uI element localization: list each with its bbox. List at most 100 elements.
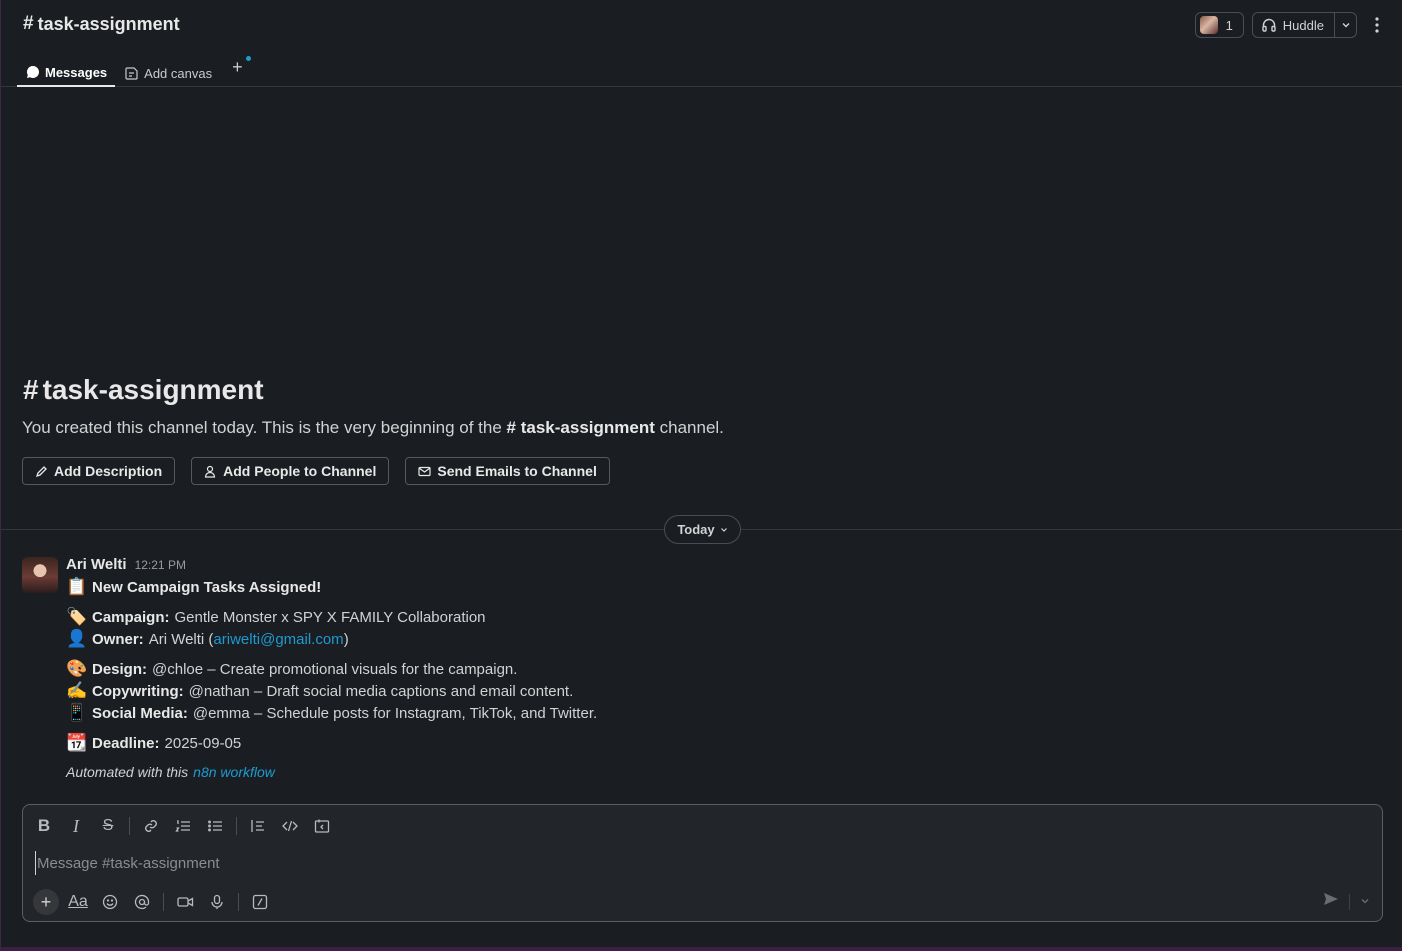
tab-messages-label: Messages [45,64,108,80]
send-controls [1323,891,1370,912]
add-description-label: Add Description [54,463,163,479]
audio-clip-button[interactable] [204,889,230,915]
huddle-start[interactable]: Huddle [1253,13,1334,37]
owner-close: ) [343,630,349,648]
headphones-icon [1262,18,1276,32]
members-button[interactable]: 1 [1194,12,1244,38]
strikethrough-button[interactable]: S [95,814,121,838]
send-button[interactable] [1323,891,1339,912]
message-header: Ari Welti 12:21 PM [66,556,186,573]
owner-value: Ari Welti (ariwelti@gmail.com) [149,631,349,648]
message-social-line: 📱 Social Media: @emma – Schedule posts f… [66,703,597,723]
mobile-phone-icon: 📱 [66,703,88,722]
message-title-line: 📋 New Campaign Tasks Assigned! [66,577,321,597]
slash-command-button[interactable] [247,889,273,915]
blockquote-button[interactable] [245,814,271,838]
tag-icon: 🏷️ [66,607,88,626]
message-bubble-icon [26,66,39,78]
social-value: @emma – Schedule posts for Instagram, Ti… [192,704,598,722]
pencil-icon [35,465,47,477]
send-icon [1324,893,1338,905]
schedule-send-button[interactable] [1360,893,1370,911]
bulleted-list-button[interactable] [202,814,228,838]
palette-icon: 🎨 [66,659,88,678]
toolbar-separator [238,893,239,911]
message-copywriting-line: ✍️ Copywriting: @nathan – Draft social m… [66,681,573,701]
header-actions: 1 Huddle [1194,12,1389,38]
writing-hand-icon: ✍️ [66,681,88,700]
intro-channel-name: task-assignment [42,374,264,405]
code-block-icon [314,819,330,833]
chevron-down-icon [720,527,727,532]
attach-button[interactable]: + [33,889,59,915]
message-owner-line: 👤 Owner: Ari Welti (ariwelti@gmail.com) [66,629,349,649]
strikethrough-icon: S [102,817,114,834]
bulleted-list-icon [208,820,222,832]
intro-channel-mention-name: task-assignment [520,418,655,437]
message-timestamp[interactable]: 12:21 PM [135,558,186,572]
add-people-label: Add People to Channel [223,463,377,479]
huddle-options-button[interactable] [1334,13,1356,37]
intro-channel-mention[interactable]: # task-assignment [507,418,655,437]
person-icon: 👤 [66,629,88,648]
ordered-list-button[interactable] [170,814,196,838]
workflow-link[interactable]: n8n workflow [193,764,275,780]
add-description-button[interactable]: Add Description [22,457,176,485]
tab-messages[interactable]: Messages [17,52,116,87]
mention-button[interactable] [129,889,155,915]
copywriting-value: @nathan – Draft social media captions an… [188,682,574,700]
footer-text: Automated with this [66,764,189,780]
emoji-button[interactable] [97,889,123,915]
message-author[interactable]: Ari Welti [66,556,127,573]
intro-text-before: You created this channel today. This is … [22,418,502,437]
deadline-value: 2025-09-05 [164,734,242,752]
code-icon [282,820,298,832]
channel-header: # task-assignment 1 Huddle Messages Add … [1,0,1402,87]
composer-actions: + Aa [33,889,273,915]
owner-email-link[interactable]: ariwelti@gmail.com [213,631,343,648]
code-block-button[interactable] [309,814,335,838]
chevron-down-icon [1342,23,1349,28]
toolbar-separator [129,817,130,835]
owner-label: Owner: [92,630,144,648]
canvas-icon [125,66,138,80]
huddle-button[interactable]: Huddle [1251,12,1357,38]
more-options-button[interactable] [1365,12,1389,38]
toolbar-separator [163,893,164,911]
code-button[interactable] [277,814,303,838]
hash-icon: # [506,418,516,437]
message-deadline-line: 📆 Deadline: 2025-09-05 [66,733,241,753]
notification-dot [245,56,251,61]
huddle-label: Huddle [1282,17,1324,33]
italic-button[interactable]: I [63,814,89,838]
calendar-icon: 📆 [66,733,88,752]
bold-icon: B [37,816,51,835]
link-button[interactable] [138,814,164,838]
channel-title[interactable]: # task-assignment [23,13,180,35]
toolbar-separator [236,817,237,835]
ordered-list-icon [175,820,190,832]
deadline-label: Deadline: [92,734,160,752]
message-footer: Automated with this n8n workflow [66,764,275,780]
link-icon [145,820,157,832]
add-tab-button[interactable]: + [220,52,251,78]
formatting-toggle-button[interactable]: Aa [65,889,91,915]
video-clip-button[interactable] [172,889,198,915]
send-emails-label: Send Emails to Channel [437,463,597,479]
italic-icon: I [73,815,79,836]
clipboard-icon: 📋 [66,577,88,596]
day-divider-button[interactable]: Today [664,515,741,544]
formatting-toolbar: B I S [31,814,335,838]
message-input[interactable] [35,851,1335,875]
tab-add-canvas[interactable]: Add canvas [115,52,220,87]
add-people-button[interactable]: Add People to Channel [191,457,390,485]
channel-tabs: Messages Add canvas + [17,52,251,87]
message-campaign-line: 🏷️ Campaign: Gentle Monster x SPY X FAMI… [66,607,486,627]
design-label: Design: [92,660,148,678]
microphone-icon [211,894,223,909]
bold-button[interactable]: B [31,814,57,838]
send-emails-button[interactable]: Send Emails to Channel [405,457,610,485]
author-avatar[interactable] [22,557,58,593]
plus-icon: + [232,57,243,77]
intro-actions: Add Description Add People to Channel Se… [22,457,610,485]
